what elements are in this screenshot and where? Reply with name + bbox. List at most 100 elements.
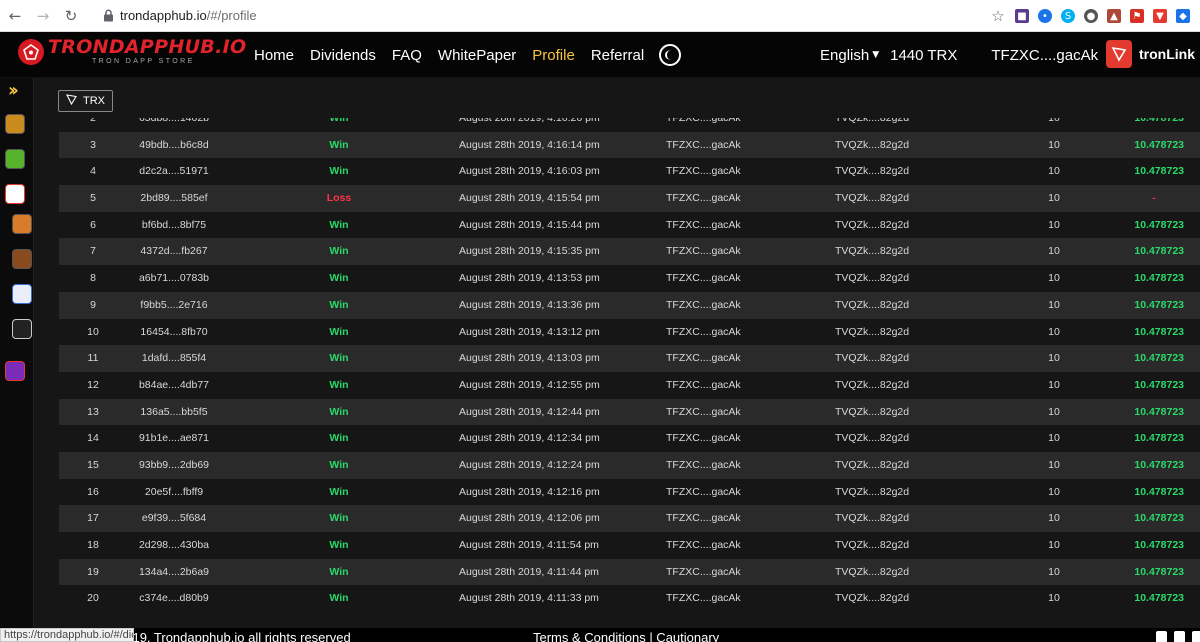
lock-icon [102,9,114,23]
from-address: TFZXC....gacAk [666,592,741,605]
table-row: 15 93bb9....2db69 Win August 28th 2019, 4:1… [59,451,1200,479]
game-slots-icon[interactable] [5,361,25,381]
bet-amount: 10 [1048,592,1060,605]
language-selector[interactable]: English ▼ [820,47,879,64]
site-logo[interactable]: TRONDAPPHUB.IO TRON DAPP STORE [18,38,246,66]
tx-hash[interactable]: 1dafd....855f4 [114,345,234,372]
tx-hash[interactable]: 2bd89....585ef [114,185,234,212]
bet-amount: 10 [1048,118,1060,124]
tx-hash[interactable]: 134a4....2b6a9 [114,559,234,586]
nav-dividends[interactable]: Dividends [310,47,376,64]
table-row: 8 a6b71....0783b Win August 28th 2019, 4:13… [59,265,1200,292]
tx-hash[interactable]: bf6bd....8bf75 [114,212,234,239]
currency-tab-trx[interactable]: TRX [58,90,113,112]
extension-analytics-icon[interactable]: ■ [1015,9,1029,23]
tx-hash[interactable]: c374e....d80b9 [114,585,234,611]
bet-time: August 28th 2019, 4:12:24 pm [459,458,600,471]
social-icon[interactable] [1192,631,1200,642]
wallet-address[interactable]: TFZXC....gacAk [991,47,1098,64]
tx-hash[interactable]: 91b1e....ae871 [114,425,234,452]
bet-result: Win [329,432,349,445]
twitter-icon[interactable] [1174,631,1185,642]
tx-hash[interactable]: 93bb9....2db69 [114,452,234,479]
from-address: TFZXC....gacAk [666,298,741,311]
nav-referral[interactable]: Referral [591,47,644,64]
bet-result: Win [329,512,349,525]
extension-blue-globe-icon[interactable]: • [1038,9,1052,23]
bet-amount: 10 [1048,539,1060,551]
payout-amount: 10.478723 [1134,565,1184,578]
footer-terms-link[interactable]: Terms & Conditions | Cautionary [533,630,719,642]
double-chevron-right-icon[interactable]: ›› [8,80,19,101]
from-address: TFZXC....gacAk [666,512,741,525]
tx-hash[interactable]: d2c2a....51971 [114,158,234,185]
nav-whitepaper[interactable]: WhitePaper [438,47,516,64]
to-address: TVQZk....82g2d [835,192,910,205]
tx-hash[interactable]: f9bb5....2e716 [114,292,234,319]
row-number: 14 [87,432,99,445]
extension-circle-icon[interactable]: ● [1084,9,1098,23]
game-cards-icon[interactable] [5,184,25,204]
from-address: TFZXC....gacAk [666,165,741,178]
forward-arrow-icon[interactable]: → [32,5,54,27]
payout-amount: 10.478723 [1134,405,1184,418]
tx-hash[interactable]: 49bdb....b6c8d [114,132,234,159]
back-arrow-icon[interactable]: ← [4,5,26,27]
bet-amount: 10 [1048,485,1060,498]
game-poker-icon[interactable] [12,284,32,304]
trx-balance: 1440 TRX [890,46,958,64]
payout-amount: 10.478723 [1134,325,1184,338]
bet-result: Win [329,218,349,231]
from-address: TFZXC....gacAk [666,405,741,418]
game-chart-icon[interactable] [12,319,32,339]
game-wheel-icon[interactable] [12,249,32,269]
tronlink-button[interactable]: tronLink [1106,40,1195,68]
payout-amount: 10.478723 [1134,352,1184,365]
to-address: TVQZk....82g2d [835,245,910,258]
tx-hash[interactable]: b84ae....4db77 [114,372,234,399]
from-address: TFZXC....gacAk [666,539,741,551]
to-address: TVQZk....82g2d [835,218,910,231]
bet-time: August 28th 2019, 4:15:35 pm [459,245,600,258]
extension-cube-icon[interactable]: ◆ [1176,9,1190,23]
game-treasure-icon[interactable] [12,214,32,234]
browser-status-url: https://trondapphub.io/#/dice [0,628,134,642]
to-address: TVQZk....82g2d [835,432,910,445]
pdf-extension-icon[interactable]: ▲ [1107,9,1121,23]
bet-history-table[interactable]: 2 65db8....1402b Win August 28th 2019, 4:16… [59,118,1200,611]
skype-icon[interactable]: S [1061,9,1075,23]
from-address: TFZXC....gacAk [666,432,741,445]
row-number: 9 [90,298,96,311]
currency-tab-label: TRX [83,95,105,107]
tx-hash[interactable]: a6b71....0783b [114,265,234,292]
circle-loading-icon[interactable] [659,44,682,66]
tx-hash[interactable]: 4372d....fb267 [114,238,234,265]
table-row: 6 bf6bd....8bf75 Win August 28th 2019, 4:15… [59,211,1200,239]
tronlink-extension-icon[interactable]: ▼ [1153,9,1167,23]
bet-time: August 28th 2019, 4:11:54 pm [459,539,599,551]
from-address: TFZXC....gacAk [666,352,741,365]
tx-hash[interactable]: 2d298....430ba [114,532,234,559]
bookmark-star-icon[interactable]: ☆ [990,7,1006,25]
from-address: TFZXC....gacAk [666,378,741,391]
tx-hash[interactable]: 16454....8fb70 [114,319,234,346]
nav-faq[interactable]: FAQ [392,47,422,64]
tx-hash[interactable]: 136a5....bb5f5 [114,399,234,426]
row-number: 10 [87,325,99,338]
tx-hash[interactable]: 20e5f....fbff9 [114,479,234,506]
bet-time: August 28th 2019, 4:16:03 pm [459,165,600,178]
game-dice-icon[interactable] [5,114,25,134]
tx-hash[interactable]: 65db8....1402b [114,118,234,132]
game-moon-icon[interactable] [5,149,25,169]
table-row: 5 2bd89....585ef Loss August 28th 2019, 4:1… [59,185,1200,212]
extension-red-flag-icon[interactable]: ⚑ [1130,9,1144,23]
from-address: TFZXC....gacAk [666,245,741,258]
reload-icon[interactable]: ↻ [60,5,82,27]
address-bar[interactable]: trondapphub.io/#/profile [120,8,257,23]
nav-profile[interactable]: Profile [532,47,575,64]
tx-hash[interactable]: e9f39....5f684 [114,505,234,532]
from-address: TFZXC....gacAk [666,138,741,151]
from-address: TFZXC....gacAk [666,458,741,471]
facebook-icon[interactable] [1156,631,1167,642]
nav-home[interactable]: Home [254,47,294,64]
